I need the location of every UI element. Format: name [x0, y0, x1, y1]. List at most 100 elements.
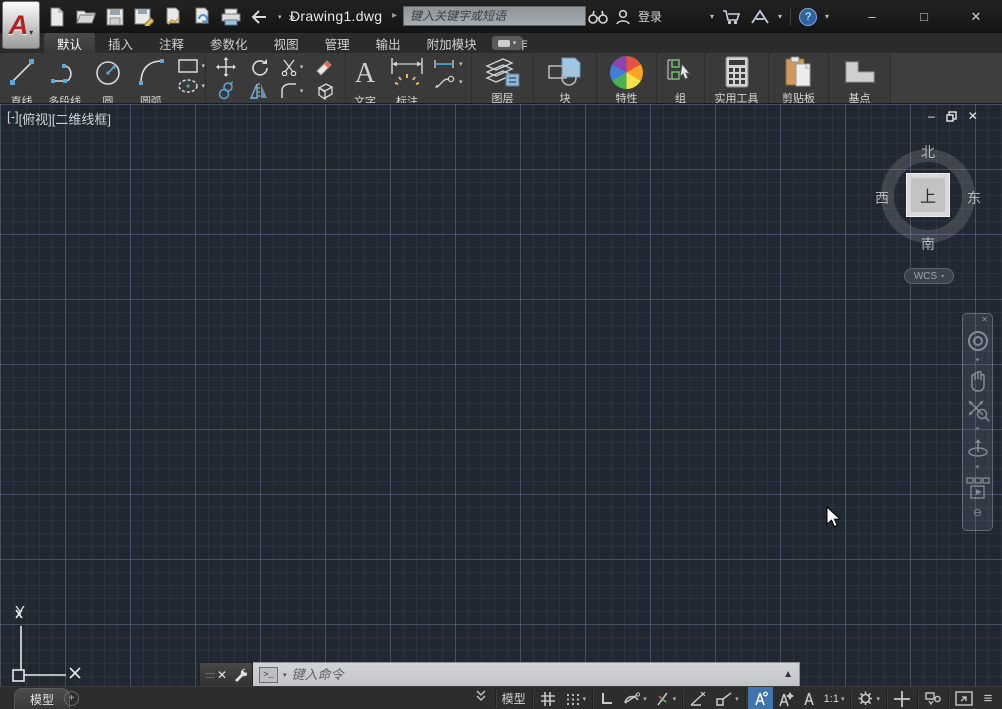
help-button[interactable]: ?: [799, 8, 817, 26]
annotation-scale-value[interactable]: 1:1 ▾: [820, 687, 849, 709]
circle-tool[interactable]: 圆: [86, 53, 129, 103]
doc-close-button[interactable]: ✕: [968, 110, 978, 122]
navbar-close-icon[interactable]: ✕: [981, 316, 988, 324]
isodraft-caret-icon[interactable]: ▾: [673, 695, 677, 703]
command-input-area[interactable]: >_ ▾ ▲: [253, 662, 800, 686]
showmotion-button[interactable]: [966, 476, 990, 500]
sign-in-caret-icon[interactable]: ▾: [710, 12, 714, 21]
viewcube-top-face[interactable]: 上: [906, 173, 950, 217]
panel-basepoint[interactable]: 基点: [829, 53, 891, 103]
dimension-tool[interactable]: 标注: [384, 53, 430, 103]
viewcube-east[interactable]: 东: [960, 188, 988, 208]
leader-tool[interactable]: ▾: [432, 74, 463, 90]
command-history-toggle-icon[interactable]: ▲: [783, 669, 793, 680]
line-tool[interactable]: 直线: [0, 53, 43, 103]
save-as-button[interactable]: [133, 6, 155, 28]
a360-caret-icon[interactable]: ▾: [778, 12, 782, 21]
command-close-icon[interactable]: ✕: [217, 668, 227, 682]
sign-in-button[interactable]: 登录: [638, 8, 662, 25]
ellipse-tool[interactable]: ▾: [177, 78, 206, 94]
save-button[interactable]: [104, 6, 126, 28]
command-line-grip-area[interactable]: :::::: ✕: [199, 662, 253, 686]
tab-view[interactable]: 视图: [261, 33, 312, 53]
drawing-area[interactable]: [-] [俯视] [二维线框] – ✕ 北 南 西 东 上 WCS ▾ ✕: [0, 103, 1002, 686]
open-button[interactable]: [75, 6, 97, 28]
tab-addins[interactable]: 附加模块: [414, 33, 490, 53]
model-space-button[interactable]: 模型: [498, 687, 530, 709]
new-drawing-button[interactable]: [46, 6, 68, 28]
command-prompt-icon[interactable]: >_: [259, 667, 278, 683]
undo-caret-icon[interactable]: ▾: [278, 13, 282, 21]
minimize-button[interactable]: –: [846, 0, 898, 33]
arc-tool[interactable]: 圆弧: [129, 53, 172, 103]
help-caret-icon[interactable]: ▾: [825, 12, 829, 21]
autodesk-a360-icon[interactable]: [750, 9, 770, 25]
copy-tool[interactable]: [217, 81, 235, 101]
customize-wrench-icon[interactable]: [233, 667, 247, 682]
linear-dimension-tool[interactable]: ▾: [432, 58, 463, 70]
zoom-caret-icon[interactable]: ▾: [976, 425, 980, 433]
viewcube-south[interactable]: 南: [914, 234, 942, 254]
model-layout-tab[interactable]: 模型: [14, 688, 70, 709]
panel-utilities[interactable]: 实用工具: [705, 53, 769, 103]
app-store-cart-icon[interactable]: [722, 8, 742, 25]
viewcube-west[interactable]: 西: [868, 188, 896, 208]
publish-button[interactable]: [191, 6, 213, 28]
panel-clipboard[interactable]: 剪贴板: [769, 53, 829, 103]
erase-tool[interactable]: [315, 57, 335, 77]
tab-home[interactable]: 默认: [44, 33, 95, 53]
doc-minimize-button[interactable]: –: [928, 110, 935, 122]
panel-layers[interactable]: 图层: [472, 53, 534, 103]
panel-properties[interactable]: 特性: [597, 53, 657, 103]
orbit-button[interactable]: [966, 438, 990, 460]
isolate-objects-button[interactable]: [920, 687, 946, 709]
navbar-customize-icon[interactable]: ⊖: [973, 508, 982, 519]
close-button[interactable]: ✕: [950, 0, 1002, 33]
annotation-monitor-button[interactable]: [889, 687, 915, 709]
tab-annotate[interactable]: 注释: [146, 33, 197, 53]
search-binoculars-icon[interactable]: [588, 9, 608, 25]
tab-output[interactable]: 输出: [363, 33, 414, 53]
polar-caret-icon[interactable]: ▾: [643, 695, 647, 703]
print-button[interactable]: [220, 6, 242, 28]
grid-display-button[interactable]: [535, 687, 561, 709]
leader-caret-icon[interactable]: ▾: [459, 78, 463, 86]
rotate-tool[interactable]: [249, 57, 269, 77]
ellipse-caret-icon[interactable]: ▾: [202, 82, 206, 90]
viewcube-wcs-menu[interactable]: WCS ▾: [904, 268, 954, 284]
search-input[interactable]: [403, 6, 586, 26]
navigation-wheel-button[interactable]: [966, 329, 990, 353]
snap-caret-icon[interactable]: ▾: [583, 695, 587, 703]
mirror-tool[interactable]: [249, 82, 269, 100]
tab-parametric[interactable]: 参数化: [197, 33, 261, 53]
layout-overflow-icon[interactable]: [475, 689, 487, 708]
polar-tracking-button[interactable]: ▾: [617, 687, 651, 709]
zoom-button[interactable]: [966, 398, 990, 422]
fillet-tool[interactable]: ▾: [280, 82, 304, 100]
pan-button[interactable]: [967, 369, 989, 393]
text-tool[interactable]: A 文字: [346, 53, 384, 103]
customization-menu-button[interactable]: ≡: [977, 687, 999, 709]
tab-insert[interactable]: 插入: [95, 33, 146, 53]
trim-caret-icon[interactable]: ▾: [300, 63, 304, 71]
ucs-icon[interactable]: Y: [2, 598, 102, 686]
panel-group[interactable]: 组: [657, 53, 705, 103]
polyline-tool[interactable]: 多段线: [43, 53, 86, 103]
doc-restore-button[interactable]: [946, 111, 957, 122]
application-menu-button[interactable]: A ▾: [2, 1, 40, 49]
command-line[interactable]: :::::: ✕ >_ ▾ ▲: [199, 662, 800, 686]
snap-mode-button[interactable]: ▾: [561, 687, 591, 709]
tab-manage[interactable]: 管理: [312, 33, 363, 53]
viewport-visual-style-control[interactable]: [二维线框]: [52, 109, 111, 128]
drag-grip-icon[interactable]: ::::::: [205, 673, 211, 677]
panel-block[interactable]: 块: [534, 53, 597, 103]
workspace-switching-button[interactable]: ▾: [853, 687, 884, 709]
wheel-caret-icon[interactable]: ▾: [976, 356, 980, 364]
undo-button[interactable]: [249, 6, 271, 28]
orbit-caret-icon[interactable]: ▾: [976, 463, 980, 471]
ribbon-display-toggle[interactable]: ▾: [492, 36, 522, 50]
plot-preview-button[interactable]: [162, 6, 184, 28]
maximize-button[interactable]: □: [898, 0, 950, 33]
annotation-scale-button[interactable]: [798, 687, 820, 709]
viewcube-north[interactable]: 北: [914, 142, 942, 162]
